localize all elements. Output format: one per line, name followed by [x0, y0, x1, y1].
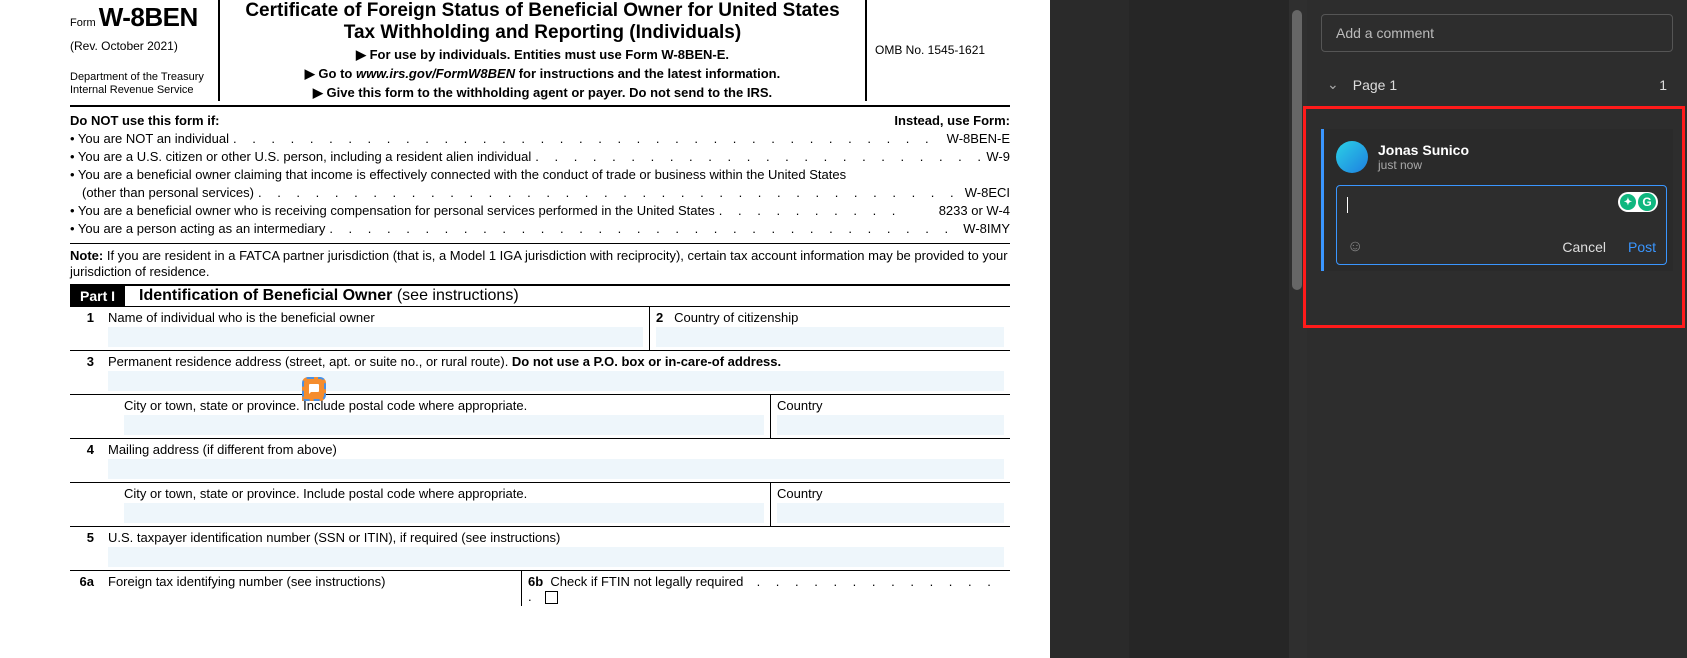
- city-input[interactable]: [124, 415, 764, 435]
- form-department: Department of the Treasury Internal Reve…: [70, 71, 210, 97]
- comment-user: Jonas Sunico just now: [1336, 141, 1667, 173]
- document-viewport: Form W-8BEN (Rev. October 2021) Departme…: [0, 0, 1129, 658]
- avatar: [1336, 141, 1368, 173]
- field-4-city: City or town, state or province. Include…: [118, 483, 770, 526]
- field-2-citizenship: 2 Country of citizenship: [650, 307, 1010, 350]
- form-sub2: ▶ Go to www.irs.gov/FormW8BEN for instru…: [230, 66, 855, 82]
- form-title: Certificate of Foreign Status of Benefic…: [230, 0, 855, 44]
- donot-row: • You are a beneficial owner claiming th…: [70, 167, 1010, 200]
- country-input[interactable]: [777, 415, 1004, 435]
- comments-sidebar: Add a comment ⌄ Page 1 1 Jonas Sunico ju…: [1307, 0, 1687, 658]
- do-not-use-block: Do NOT use this form if: Instead, use Fo…: [70, 113, 1010, 244]
- mailing-country-input[interactable]: [777, 503, 1004, 523]
- grammarly-tone-icon[interactable]: ✦: [1620, 194, 1636, 210]
- page-label: Page 1: [1353, 77, 1397, 93]
- user-name: Jonas Sunico: [1378, 142, 1469, 158]
- reply-box[interactable]: ✦ G ☺ Cancel Post: [1336, 185, 1667, 265]
- form-sub1: ▶ For use by individuals. Entities must …: [230, 47, 855, 63]
- field-row-6: 6a Foreign tax identifying number (see i…: [70, 571, 1010, 606]
- donot-row: • You are a U.S. citizen or other U.S. p…: [70, 149, 1010, 164]
- grammarly-icon[interactable]: G: [1638, 193, 1656, 211]
- field-6a-ftin: Foreign tax identifying number (see inst…: [102, 571, 522, 606]
- add-comment-input[interactable]: Add a comment: [1321, 14, 1673, 52]
- field-4-country: Country: [770, 483, 1010, 526]
- field-1-name: Name of individual who is the beneficial…: [102, 307, 650, 350]
- comment-marker-icon[interactable]: [302, 377, 326, 401]
- chevron-down-icon[interactable]: ⌄: [1327, 76, 1339, 93]
- field-5-ssn: U.S. taxpayer identification number (SSN…: [102, 527, 1010, 570]
- header-right: OMB No. 1545-1621: [865, 0, 1010, 101]
- mailing-input[interactable]: [108, 459, 1004, 479]
- form-header: Form W-8BEN (Rev. October 2021) Departme…: [70, 0, 1010, 107]
- user-time: just now: [1378, 158, 1469, 172]
- mailing-city-input[interactable]: [124, 503, 764, 523]
- comments-scrollbar-thumb[interactable]: [1292, 10, 1302, 290]
- field-row-1-2: 1 Name of individual who is the benefici…: [70, 307, 1010, 351]
- form-sub3: ▶ Give this form to the withholding agen…: [230, 85, 855, 101]
- header-center: Certificate of Foreign Status of Benefic…: [220, 0, 865, 101]
- donot-right: Instead, use Form:: [894, 113, 1010, 128]
- viewer-gap: [1129, 0, 1289, 658]
- field-row-3: 3 Permanent residence address (street, a…: [70, 351, 1010, 395]
- ssn-input[interactable]: [108, 547, 1004, 567]
- address-input[interactable]: [108, 371, 1004, 391]
- part1-bar: Part I Identification of Beneficial Owne…: [70, 286, 1010, 307]
- grammarly-widget[interactable]: ✦ G: [1618, 192, 1658, 212]
- form-page: Form W-8BEN (Rev. October 2021) Departme…: [0, 0, 1050, 658]
- part-title: Identification of Beneficial Owner (see …: [139, 287, 519, 305]
- donot-row: • You are NOT an individual . . . . . . …: [70, 131, 1010, 146]
- field-row-3-city: City or town, state or province. Include…: [70, 395, 1010, 439]
- omb-number: OMB No. 1545-1621: [875, 43, 985, 57]
- field-3-city: City or town, state or province. Include…: [118, 395, 770, 438]
- page-count: 1: [1659, 77, 1667, 93]
- fatca-note: Note: If you are resident in a FATCA par…: [70, 248, 1010, 287]
- field-row-4-city: City or town, state or province. Include…: [70, 483, 1010, 527]
- field-row-4: 4 Mailing address (if different from abo…: [70, 439, 1010, 483]
- field-6b-check: 6b Check if FTIN not legally required . …: [522, 571, 1010, 606]
- form-name: W-8BEN: [99, 2, 198, 32]
- field-row-5: 5 U.S. taxpayer identification number (S…: [70, 527, 1010, 571]
- form-revision: (Rev. October 2021): [70, 39, 210, 53]
- form-label: Form: [70, 17, 96, 29]
- donot-row: • You are a person acting as an intermed…: [70, 221, 1010, 236]
- citizenship-input[interactable]: [656, 327, 1004, 347]
- header-left: Form W-8BEN (Rev. October 2021) Departme…: [70, 0, 220, 101]
- donot-row: • You are a beneficial owner who is rece…: [70, 203, 1010, 218]
- comments-scrollbar-track[interactable]: [1289, 0, 1307, 658]
- donot-left: Do NOT use this form if:: [70, 113, 220, 128]
- field-4-mailing: Mailing address (if different from above…: [102, 439, 1010, 482]
- field-3-address: Permanent residence address (street, apt…: [102, 351, 1010, 394]
- reply-input[interactable]: [1347, 196, 1656, 220]
- comment-card: Jonas Sunico just now ✦ G ☺ Cancel Post: [1321, 129, 1673, 271]
- field-3-country: Country: [770, 395, 1010, 438]
- comments-page-header[interactable]: ⌄ Page 1 1: [1321, 76, 1673, 93]
- emoji-icon[interactable]: ☺: [1347, 238, 1363, 256]
- name-input[interactable]: [108, 327, 643, 347]
- post-button[interactable]: Post: [1628, 239, 1656, 255]
- part-label: Part I: [70, 286, 125, 306]
- ftin-checkbox[interactable]: [545, 591, 558, 604]
- cancel-button[interactable]: Cancel: [1562, 239, 1606, 255]
